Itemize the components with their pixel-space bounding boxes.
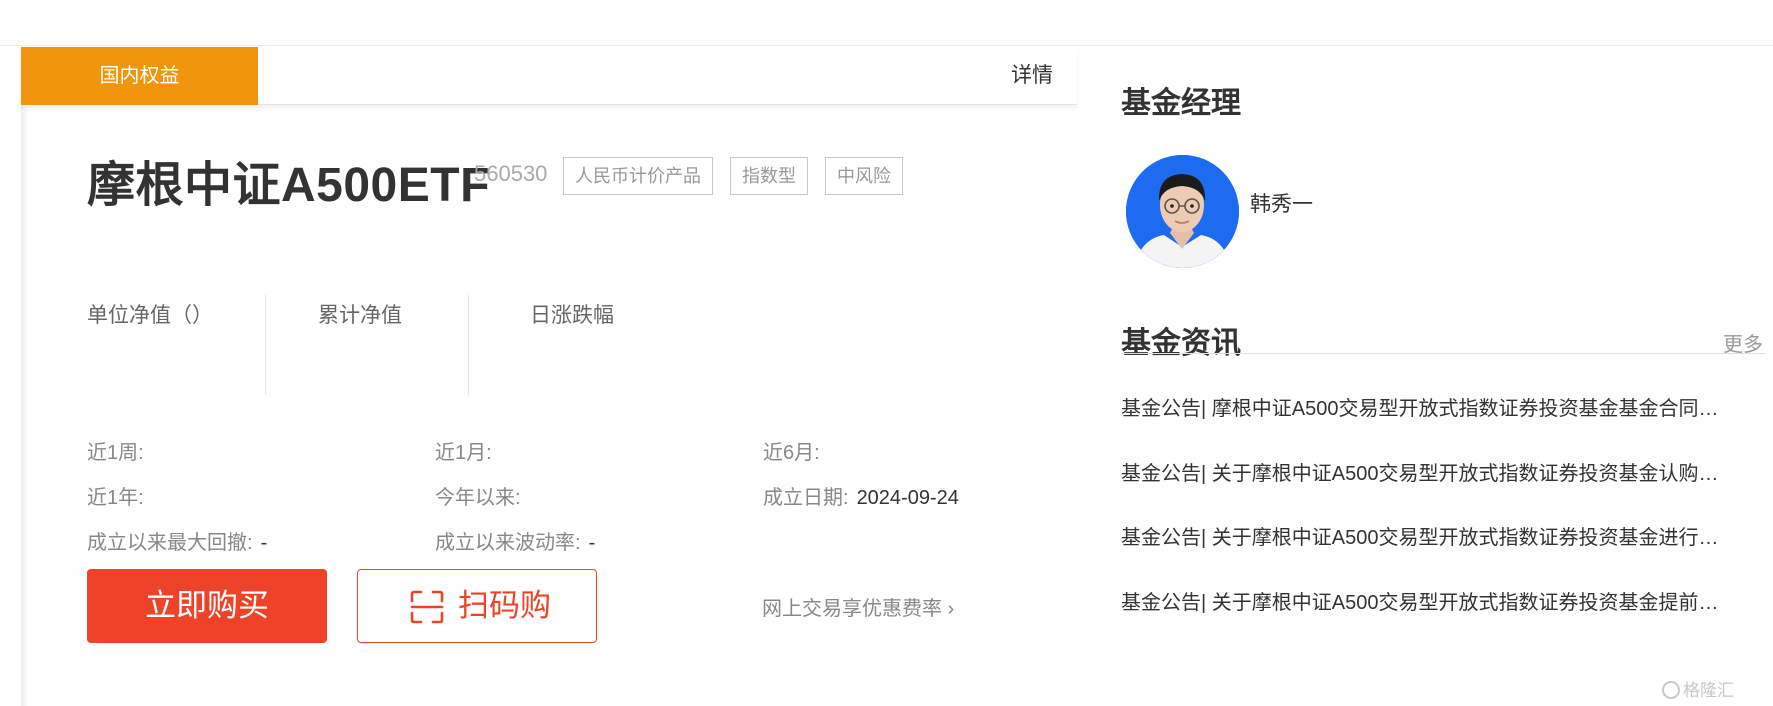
card-shadow (21, 47, 28, 706)
daily-change-label: 日涨跌幅 (530, 304, 614, 327)
unit-nav-label: 单位净值（） (87, 304, 213, 327)
top-divider (0, 45, 1773, 46)
buy-now-button[interactable]: 立即购买 (87, 569, 327, 643)
max-drawdown-label: 成立以来最大回撤: (87, 532, 253, 554)
scan-to-buy-button[interactable]: 扫码购 (357, 569, 597, 643)
discount-fee-link[interactable]: 网上交易享优惠费率 › (762, 592, 954, 621)
watermark-logo-icon (1662, 681, 1680, 699)
scan-code-icon (410, 590, 444, 624)
news-section-divider (1121, 353, 1766, 354)
metric-divider (265, 295, 266, 395)
stat-max-drawdown: 成立以来最大回撤: - (87, 526, 267, 555)
watermark-text: 格隆汇 (1683, 681, 1734, 700)
manager-avatar[interactable] (1126, 155, 1239, 268)
inception-date-label: 成立日期: (763, 487, 849, 509)
stat-year-1: 近1年: (87, 487, 144, 509)
stat-ytd: 今年以来: (435, 487, 521, 509)
tab-bar: 国内权益 详情 (21, 47, 1077, 105)
stat-month-1: 近1月: (435, 442, 492, 464)
fund-title: 摩根中证A500ETF (87, 159, 490, 212)
stat-inception-date: 成立日期: 2024-09-24 (763, 481, 959, 510)
manager-photo-icon (1126, 155, 1239, 268)
news-section-title: 基金资讯 (1121, 327, 1241, 360)
stat-month-6: 近6月: (763, 442, 820, 464)
news-item[interactable]: 基金公告| 关于摩根中证A500交易型开放式指数证券投资基金认购结果的公告 (1121, 457, 1726, 486)
news-item[interactable]: 基金公告| 关于摩根中证A500交易型开放式指数证券投资基金提前结束募集的公告 (1121, 586, 1726, 615)
category-tab[interactable]: 国内权益 (21, 47, 258, 105)
metric-divider (468, 295, 469, 395)
manager-section-title: 基金经理 (1121, 87, 1241, 120)
max-drawdown-value: - (260, 532, 268, 554)
scan-to-buy-label: 扫码购 (458, 588, 551, 623)
stat-volatility: 成立以来波动率: - (435, 526, 595, 555)
fund-card: 国内权益 详情 摩根中证A500ETF 560530 人民币计价产品 指数型 中… (21, 47, 1077, 706)
detail-link[interactable]: 详情 (1011, 47, 1053, 105)
manager-name[interactable]: 韩秀一 (1250, 188, 1313, 218)
tag-risk-level: 中风险 (825, 157, 903, 195)
fund-code: 560530 (474, 161, 548, 186)
volatility-label: 成立以来波动率: (435, 532, 581, 554)
watermark: 格隆汇 (1662, 676, 1734, 701)
volatility-value: - (588, 532, 596, 554)
stat-week-1: 近1周: (87, 442, 144, 464)
inception-date-value: 2024-09-24 (856, 487, 959, 509)
tag-fund-type: 指数型 (730, 157, 808, 195)
news-item[interactable]: 基金公告| 摩根中证A500交易型开放式指数证券投资基金基金合同生效公告 (1121, 392, 1726, 421)
tag-currency: 人民币计价产品 (563, 157, 713, 195)
news-item[interactable]: 基金公告| 关于摩根中证A500交易型开放式指数证券投资基金进行网下认购的公告 (1121, 521, 1726, 550)
cumulative-nav-label: 累计净值 (318, 304, 402, 327)
